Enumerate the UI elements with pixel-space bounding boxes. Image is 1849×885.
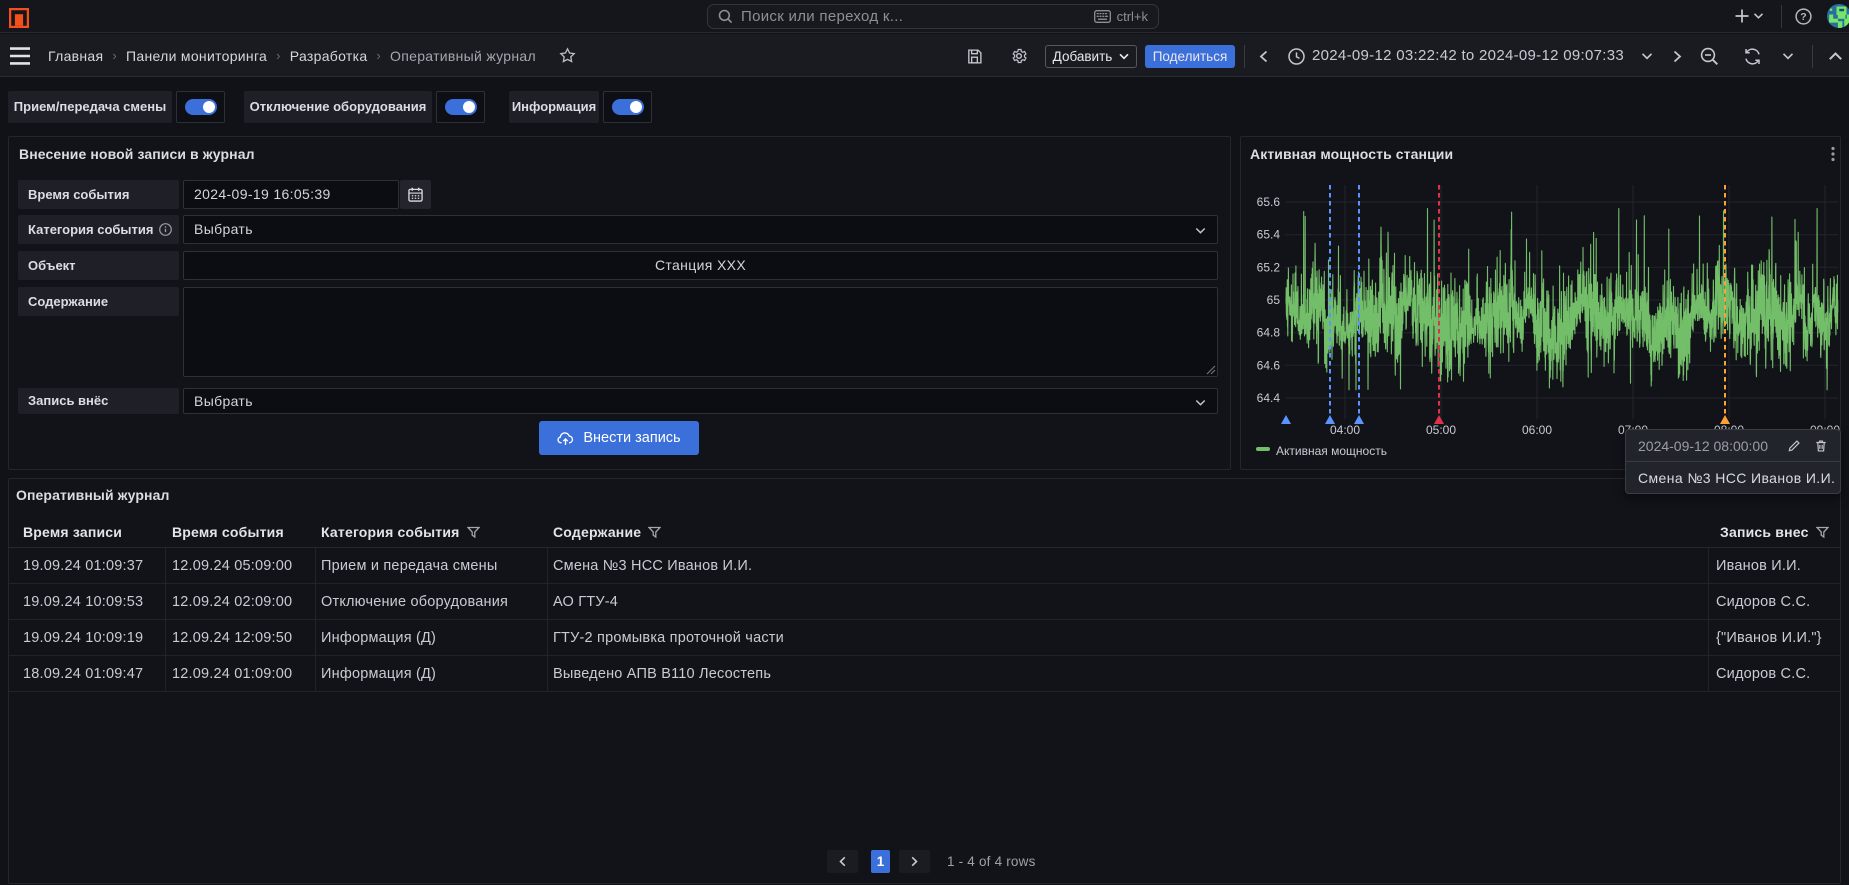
- svg-text:65.4: 65.4: [1257, 228, 1281, 242]
- svg-text:65.6: 65.6: [1257, 195, 1281, 209]
- svg-text:65: 65: [1267, 293, 1281, 307]
- svg-text:04:00: 04:00: [1330, 423, 1360, 437]
- svg-text:64.6: 64.6: [1257, 358, 1281, 372]
- svg-text:64.8: 64.8: [1257, 326, 1281, 340]
- svg-text:05:00: 05:00: [1426, 423, 1456, 437]
- svg-text:06:00: 06:00: [1522, 423, 1552, 437]
- svg-text:65.2: 65.2: [1257, 260, 1281, 274]
- svg-text:Активная мощность: Активная мощность: [1276, 444, 1387, 458]
- svg-text:64.4: 64.4: [1257, 391, 1281, 405]
- svg-text:?: ?: [1800, 11, 1806, 23]
